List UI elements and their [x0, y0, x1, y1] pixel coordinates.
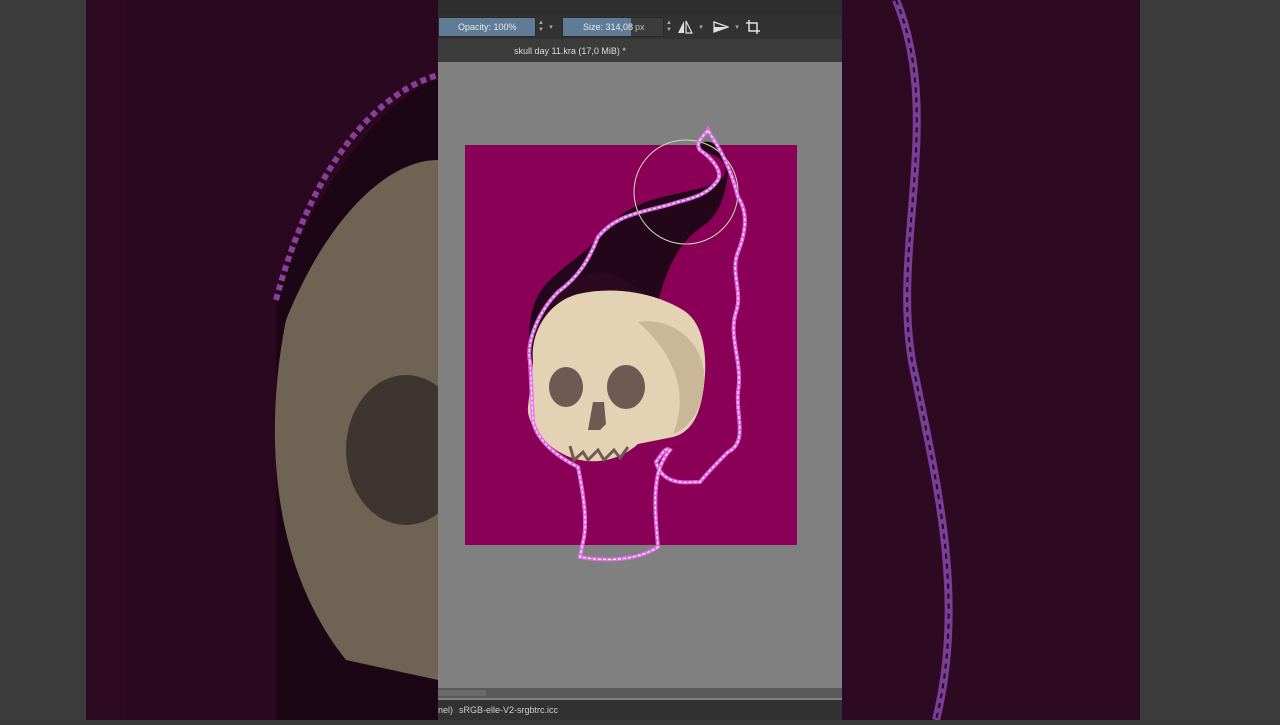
- right-eye-socket: [607, 365, 645, 409]
- horizontal-scrollbar[interactable]: [438, 688, 842, 698]
- opacity-spin-buttons[interactable]: ▲ ▼: [536, 17, 546, 37]
- size-unit: px: [635, 22, 645, 32]
- left-eye-socket: [549, 367, 583, 407]
- spin-down-icon[interactable]: ▼: [666, 27, 672, 34]
- scrollbar-thumb[interactable]: [438, 690, 486, 696]
- brush-toolbar: Opacity: 100% ▲ ▼ ▾ Size: 314,08 px ▲ ▼ ▾ …: [438, 15, 842, 39]
- wrap-around-icon[interactable]: [710, 17, 732, 37]
- document-title: skull day 11.kra (17,0 MiB) *: [514, 45, 626, 56]
- wrap-dropdown-icon[interactable]: ▾: [732, 23, 742, 31]
- opacity-slider[interactable]: Opacity: 100%: [438, 17, 536, 37]
- size-spin-buttons[interactable]: ▲ ▼: [664, 17, 674, 37]
- background-left-panel: [0, 0, 86, 720]
- window-top-strip: [438, 0, 842, 15]
- krita-window: Opacity: 100% ▲ ▼ ▾ Size: 314,08 px ▲ ▼ ▾ …: [438, 0, 842, 720]
- mirror-dropdown-icon[interactable]: ▾: [696, 23, 706, 31]
- drawing-canvas[interactable]: [438, 62, 842, 688]
- mirror-horizontal-icon[interactable]: [674, 17, 696, 37]
- background-right-panel: [1140, 0, 1280, 720]
- size-label: Size: 314,08: [583, 22, 634, 32]
- spin-down-icon[interactable]: ▼: [538, 27, 544, 34]
- status-bar: nel) sRGB-elle-V2-srgbtrc.icc: [438, 700, 842, 720]
- crop-icon[interactable]: [742, 17, 764, 37]
- color-profile-label: sRGB-elle-V2-srgbtrc.icc: [459, 705, 559, 715]
- opacity-label: Opacity: 100%: [458, 22, 517, 32]
- spin-up-icon[interactable]: ▲: [538, 20, 544, 27]
- size-slider[interactable]: Size: 314,08 px: [562, 17, 664, 37]
- spin-up-icon[interactable]: ▲: [666, 20, 672, 27]
- opacity-dropdown-icon[interactable]: ▾: [546, 23, 556, 31]
- status-prefix: nel): [438, 705, 454, 715]
- document-tab[interactable]: skull day 11.kra (17,0 MiB) *: [438, 39, 842, 62]
